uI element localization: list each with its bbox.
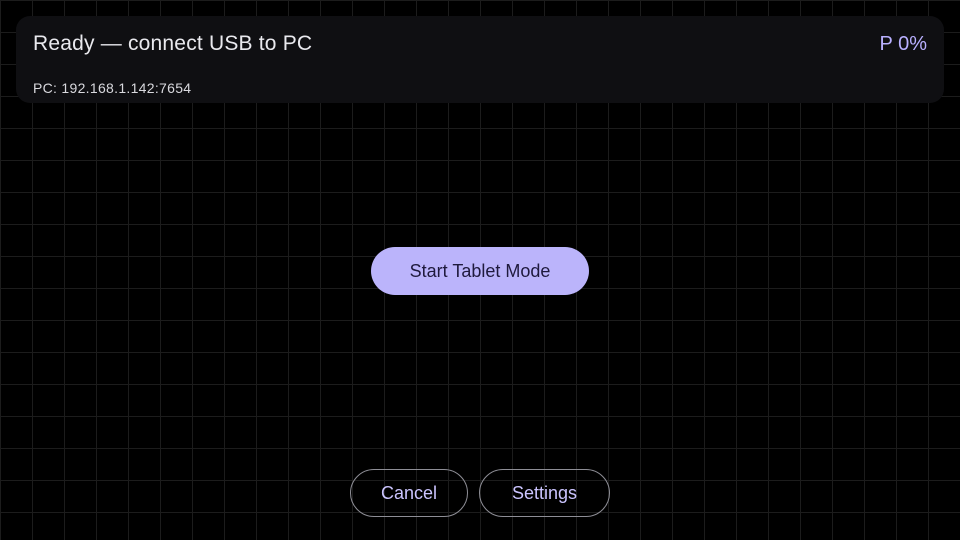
app-canvas: Ready — connect USB to PC P 0% PC: 192.1…	[0, 0, 960, 540]
connection-status: Ready — connect USB to PC	[33, 32, 313, 55]
start-tablet-mode-button[interactable]: Start Tablet Mode	[371, 247, 589, 295]
cancel-button[interactable]: Cancel	[350, 469, 468, 517]
pressure-readout: P 0%	[879, 33, 927, 55]
settings-button[interactable]: Settings	[479, 469, 610, 517]
status-card: Ready — connect USB to PC P 0% PC: 192.1…	[16, 16, 944, 103]
pc-address: PC: 192.168.1.142:7654	[33, 80, 192, 96]
